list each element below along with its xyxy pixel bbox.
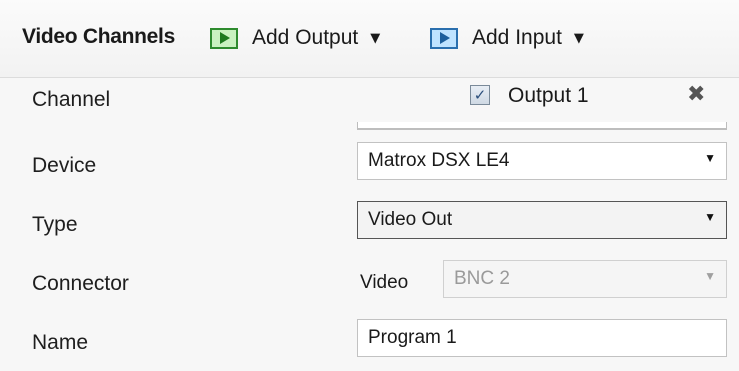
connector-select[interactable]: BNC 2 ▼ — [443, 260, 727, 298]
channel-label: Channel — [32, 88, 111, 111]
close-x-icon[interactable]: ✖ — [687, 84, 705, 106]
device-value: Matrox DSX LE4 — [368, 150, 510, 171]
type-value: Video Out — [368, 209, 453, 230]
device-select[interactable]: Matrox DSX LE4 ▼ — [357, 142, 727, 180]
chevron-down-icon[interactable]: ▼ — [704, 210, 716, 224]
add-output-label: Add Output — [252, 26, 359, 49]
add-output-button[interactable]: Add Output ▼ — [210, 22, 380, 54]
checkbox-checked-icon: ✓ — [473, 85, 487, 104]
play-blue-icon — [430, 27, 458, 49]
chevron-down-icon[interactable]: ▼ — [574, 31, 584, 46]
connector-prefix: Video — [360, 272, 409, 293]
toolbar: Video Channels Add Output ▼ Add Input ▼ — [0, 0, 739, 78]
play-green-icon — [210, 27, 238, 49]
chevron-down-icon[interactable]: ▼ — [370, 31, 380, 46]
connector-value: BNC 2 — [454, 268, 510, 289]
connector-label: Connector — [32, 272, 129, 295]
name-input[interactable]: Program 1 — [357, 319, 727, 357]
chevron-down-icon[interactable]: ▼ — [704, 269, 716, 283]
output-name-label: Output 1 — [508, 84, 589, 107]
chevron-down-icon[interactable]: ▼ — [704, 151, 716, 165]
name-value: Program 1 — [368, 327, 457, 348]
output-enabled-checkbox[interactable]: ✓ — [470, 85, 490, 105]
device-label: Device — [32, 154, 97, 177]
type-label: Type — [32, 213, 78, 236]
add-input-label: Add Input — [472, 26, 562, 49]
type-select[interactable]: Video Out ▼ — [357, 201, 727, 239]
toolbar-title: Video Channels — [22, 25, 175, 48]
name-label: Name — [32, 331, 89, 354]
add-input-button[interactable]: Add Input ▼ — [430, 22, 584, 54]
